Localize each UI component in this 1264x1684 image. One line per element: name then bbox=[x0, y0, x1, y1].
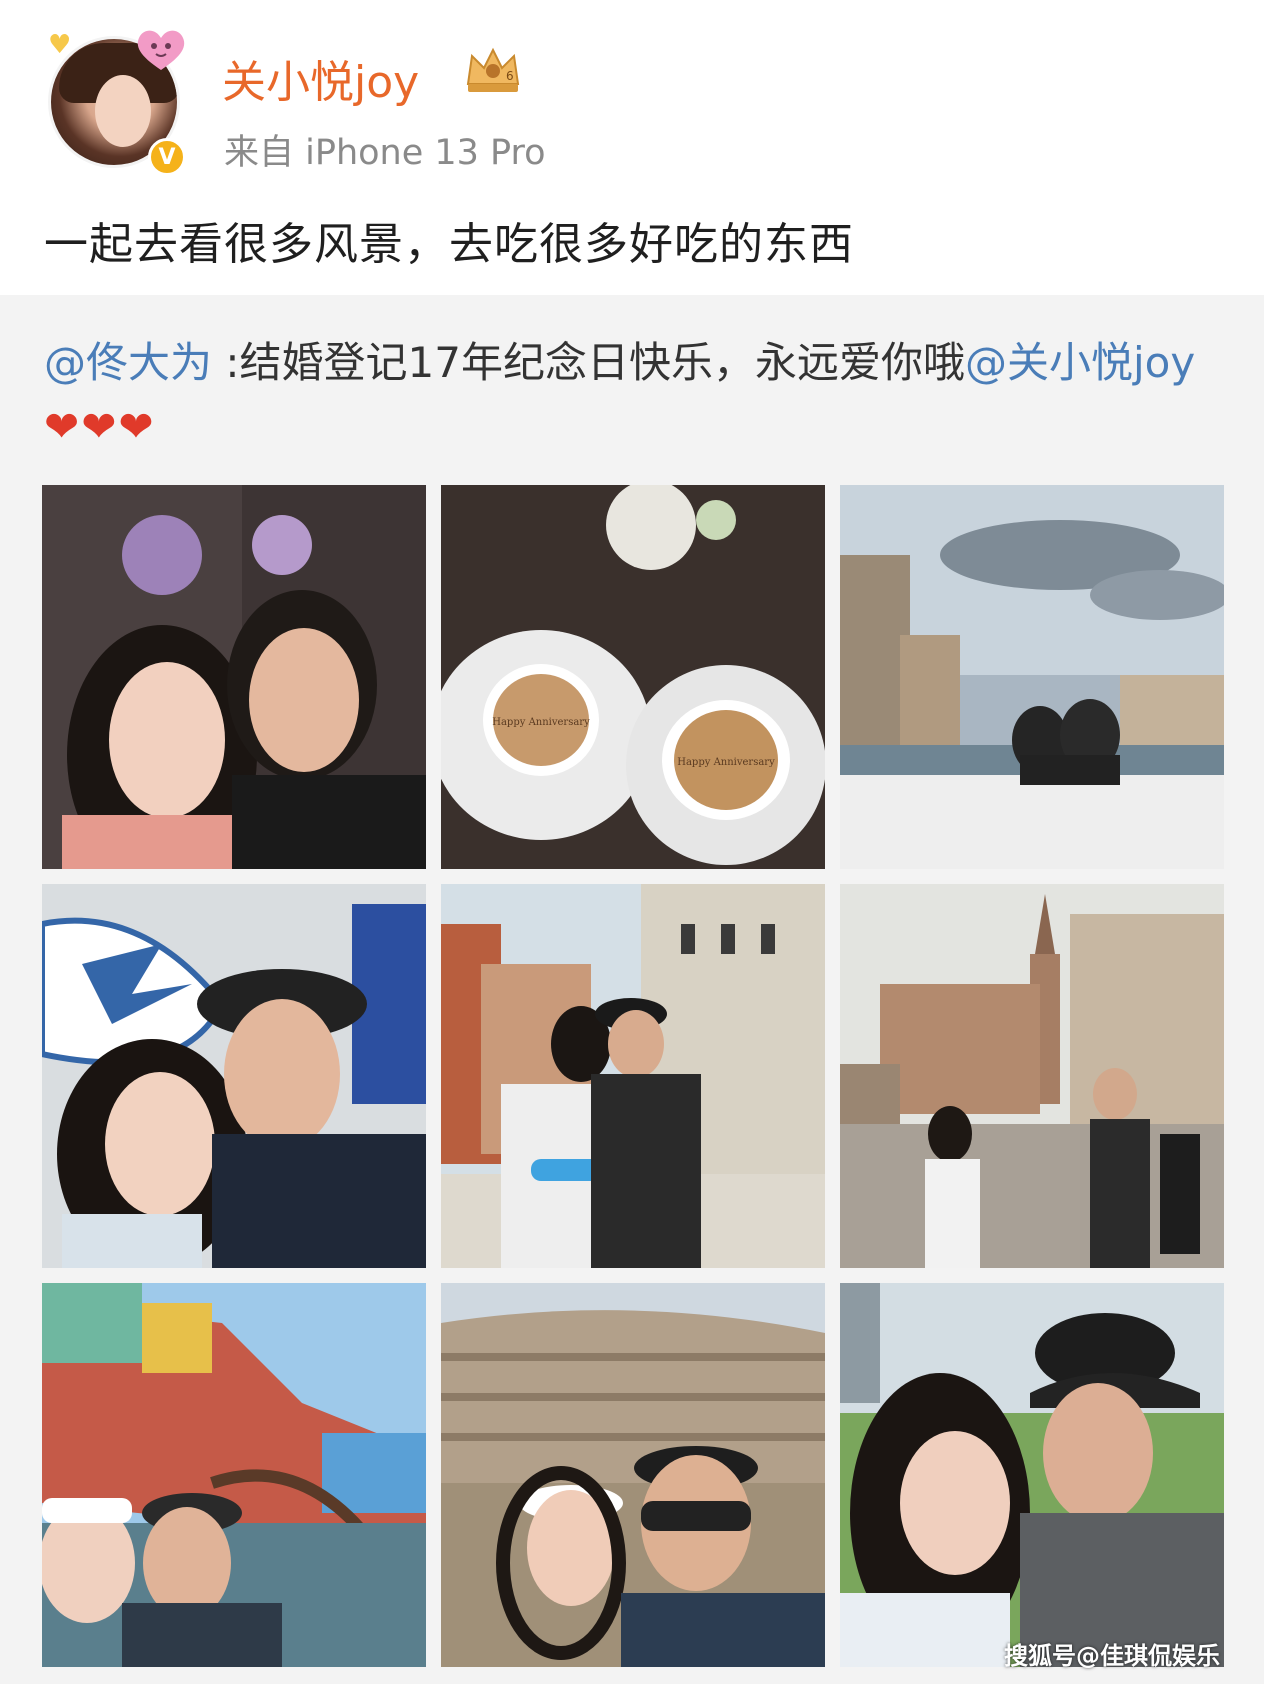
photo-grid: Happy Anniversary Happy Anniversary bbox=[42, 485, 1224, 1677]
photo-image bbox=[840, 884, 1224, 1268]
small-heart-icon: ♥ bbox=[48, 30, 72, 60]
watermark: 搜狐号@佳琪侃娱乐 bbox=[1004, 1642, 1220, 1670]
heart-sticker-icon bbox=[137, 30, 185, 70]
photo-image: Happy Anniversary Happy Anniversary bbox=[441, 485, 825, 869]
svg-text:6: 6 bbox=[506, 69, 514, 83]
photo-burano-selfie[interactable] bbox=[42, 1283, 426, 1667]
username[interactable]: 关小悦joy bbox=[222, 46, 419, 110]
photo-image bbox=[840, 485, 1224, 869]
latte-art-text-2: Happy Anniversary bbox=[677, 757, 775, 768]
mention-author-link[interactable]: @佟大为 bbox=[44, 338, 212, 387]
post-source: 来自 iPhone 13 Pro bbox=[224, 133, 546, 173]
photo-anniversary-coffee[interactable]: Happy Anniversary Happy Anniversary bbox=[441, 485, 825, 869]
verified-badge-icon: V bbox=[148, 138, 186, 176]
photo-image bbox=[42, 884, 426, 1268]
post-header: ♥ V 关小悦joy 6 来自 iPhone 13 Pro 一起去看很多风景，去… bbox=[0, 0, 1264, 295]
repost-card[interactable]: @佟大为 :结婚登记17年纪念日快乐，永远爱你哦@关小悦joy ❤❤❤ Happ… bbox=[0, 295, 1264, 1684]
repost-body: :结婚登记17年纪念日快乐，永远爱你哦 bbox=[212, 338, 965, 387]
photo-colosseum-selfie[interactable] bbox=[441, 1283, 825, 1667]
photo-venice-boat[interactable] bbox=[840, 485, 1224, 869]
photo-image bbox=[42, 1283, 426, 1667]
photo-couple-selfie-museum[interactable] bbox=[42, 884, 426, 1268]
photo-image bbox=[840, 1283, 1224, 1667]
photo-lawn-selfie[interactable] bbox=[840, 1283, 1224, 1667]
latte-art-text-1: Happy Anniversary bbox=[492, 717, 590, 728]
photo-image bbox=[441, 1283, 825, 1667]
hearts-emoji: ❤❤❤ bbox=[44, 402, 156, 451]
post-text: 一起去看很多风景，去吃很多好吃的东西 bbox=[44, 219, 854, 270]
vip-crown-badge-icon: 6 bbox=[466, 47, 520, 92]
mention-target-link[interactable]: @关小悦joy bbox=[965, 338, 1195, 387]
photo-piazza-san-marco[interactable] bbox=[840, 884, 1224, 1268]
photo-image bbox=[441, 884, 825, 1268]
photo-image bbox=[42, 485, 426, 869]
photo-venice-kiss[interactable] bbox=[441, 884, 825, 1268]
photo-couple-selfie-flowers[interactable] bbox=[42, 485, 426, 869]
repost-text: @佟大为 :结婚登记17年纪念日快乐，永远爱你哦@关小悦joy ❤❤❤ bbox=[44, 331, 1224, 459]
avatar[interactable]: ♥ V bbox=[48, 30, 188, 176]
